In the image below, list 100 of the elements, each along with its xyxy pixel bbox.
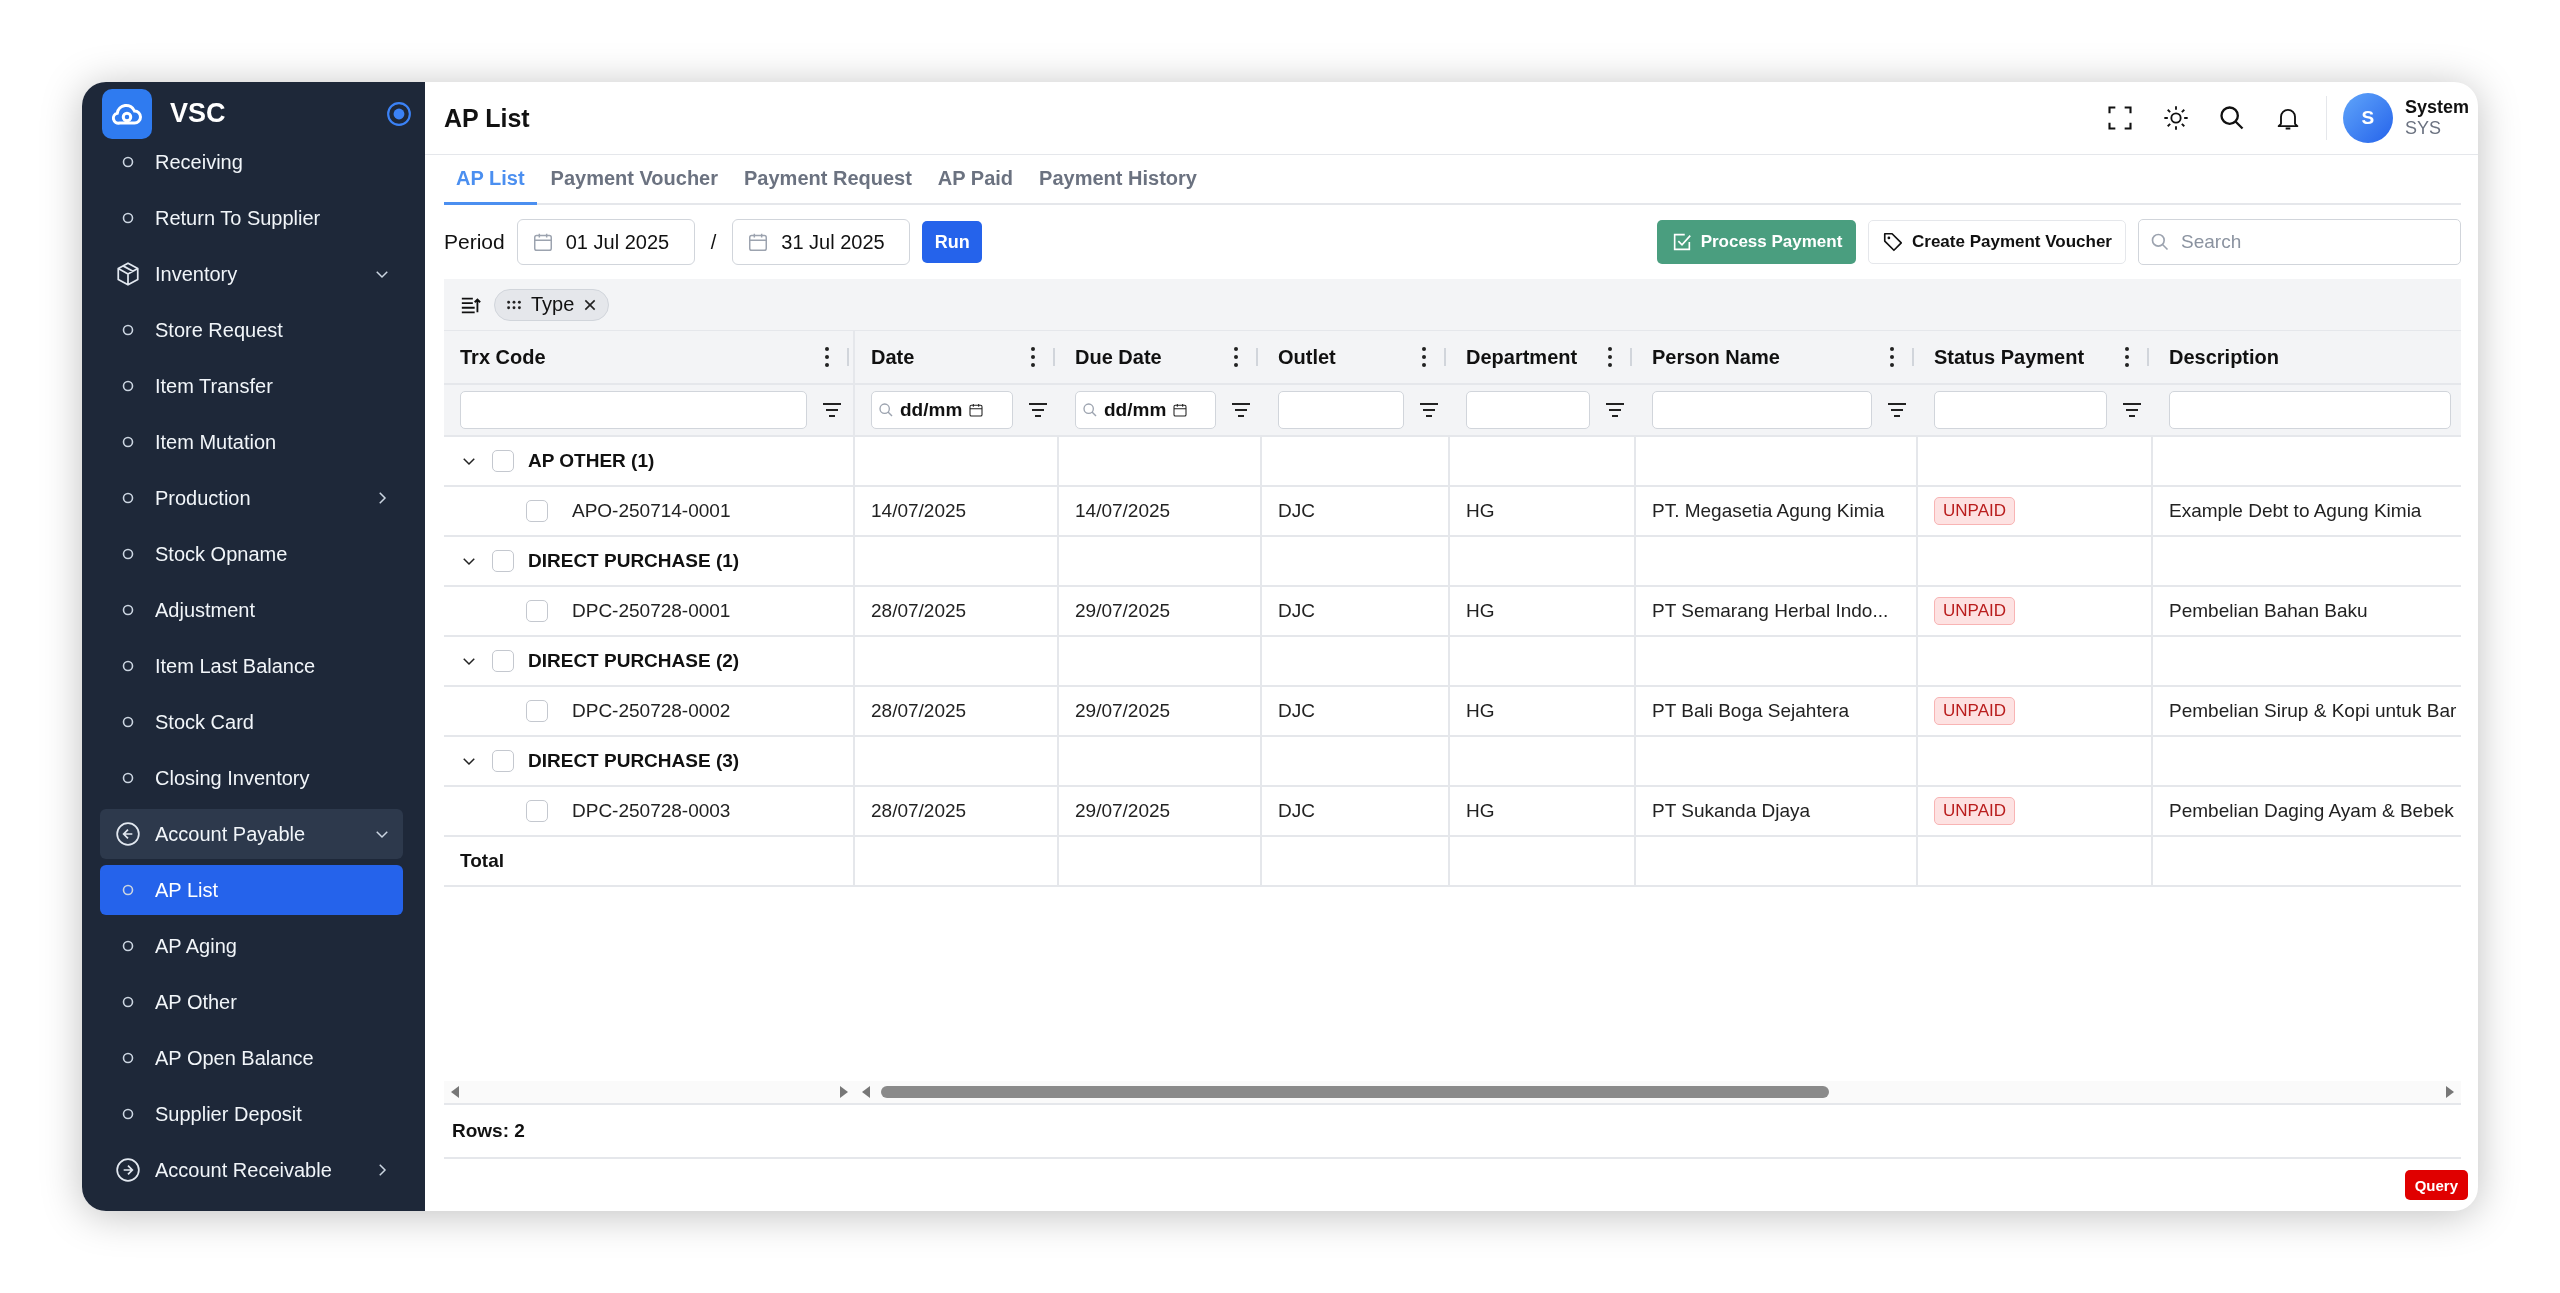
- search-icon: [2150, 232, 2170, 252]
- table-cell: DJC: [1278, 800, 1315, 822]
- column-header[interactable]: Trx Code: [460, 345, 546, 369]
- filter-icon[interactable]: [1886, 400, 1908, 420]
- checkbox[interactable]: [492, 650, 514, 672]
- checkbox[interactable]: [526, 600, 548, 622]
- filter-icon[interactable]: [1027, 400, 1049, 420]
- sidebar-item[interactable]: Receiving: [100, 137, 403, 187]
- scroll-left-icon: [861, 1085, 871, 1099]
- sidebar-toggle-icon[interactable]: [386, 100, 412, 127]
- table-cell: 14/07/2025: [1075, 500, 1171, 522]
- scroll-left-icon: [450, 1085, 460, 1099]
- column-header[interactable]: Person Name: [1652, 345, 1780, 369]
- run-button[interactable]: Run: [922, 221, 983, 263]
- sidebar-item[interactable]: Closing Inventory: [100, 753, 403, 803]
- table-cell: HG: [1466, 600, 1495, 622]
- tab[interactable]: AP Paid: [925, 155, 1026, 205]
- column-header[interactable]: Department: [1466, 345, 1578, 369]
- column-header[interactable]: Due Date: [1075, 345, 1162, 369]
- calendar-icon: [1172, 402, 1189, 418]
- checkbox[interactable]: [526, 800, 548, 822]
- date-filter-field[interactable]: dd/mm: [1075, 391, 1216, 429]
- sidebar-item[interactable]: Stock Card: [100, 697, 403, 747]
- filter-field[interactable]: [2169, 391, 2451, 429]
- group-chip[interactable]: Type: [494, 288, 610, 321]
- sidebar-item[interactable]: Return To Supplier: [100, 193, 403, 243]
- total-label: Total: [460, 850, 504, 872]
- filter-icon[interactable]: [1418, 400, 1440, 420]
- filter-field[interactable]: [460, 391, 807, 429]
- column-header[interactable]: Description: [2169, 345, 2280, 369]
- sidebar-item[interactable]: Item Transfer: [100, 361, 403, 411]
- arrow-right-circle-icon: [114, 1157, 141, 1183]
- group-label: DIRECT PURCHASE (2): [528, 650, 740, 672]
- filter-icon[interactable]: [821, 400, 843, 420]
- scrollbar-thumb[interactable]: [881, 1086, 1829, 1098]
- sidebar-item[interactable]: AP Other: [100, 977, 403, 1027]
- search-icon: [1082, 402, 1098, 418]
- avatar: S: [2342, 93, 2393, 143]
- column-header[interactable]: Date: [871, 345, 915, 369]
- date-filter-field[interactable]: dd/mm: [871, 391, 1013, 429]
- date-placeholder: dd/mm: [1104, 399, 1167, 421]
- tab[interactable]: Payment Request: [732, 155, 924, 205]
- sidebar-item[interactable]: AP Aging: [100, 921, 403, 971]
- group-label: DIRECT PURCHASE (3): [528, 750, 740, 772]
- sidebar-item[interactable]: Stock Opname: [100, 529, 403, 579]
- bullet-icon: [121, 660, 134, 672]
- sidebar-item[interactable]: Supplier Deposit: [100, 1089, 403, 1139]
- status-badge: UNPAID: [1934, 697, 2015, 725]
- checkbox[interactable]: [492, 550, 514, 572]
- filter-icon[interactable]: [1230, 400, 1252, 420]
- column-header[interactable]: Outlet: [1278, 345, 1336, 369]
- more-options-icon[interactable]: [1420, 346, 1428, 368]
- table-cell: PT Semarang Herbal Indo...: [1652, 600, 1889, 622]
- sidebar-item[interactable]: Account Payable: [100, 809, 403, 859]
- more-options-icon[interactable]: [1606, 346, 1614, 368]
- filter-field[interactable]: [1278, 391, 1404, 429]
- more-options-icon[interactable]: [1029, 346, 1037, 368]
- table-cell: Example Debt to Agung Kimia: [2169, 500, 2422, 522]
- checkbox[interactable]: [492, 450, 514, 472]
- checkbox[interactable]: [526, 700, 548, 722]
- checkbox[interactable]: [526, 500, 548, 522]
- sidebar-item[interactable]: Adjustment: [100, 585, 403, 635]
- bullet-icon: [121, 716, 134, 728]
- tab[interactable]: Payment History: [1027, 155, 1209, 205]
- bullet-icon: [121, 324, 134, 336]
- filter-field[interactable]: [1934, 391, 2107, 429]
- filter-field[interactable]: [1466, 391, 1590, 429]
- sidebar-item[interactable]: Account Receivable: [100, 1145, 403, 1195]
- sidebar-item[interactable]: Item Last Balance: [100, 641, 403, 691]
- table-cell: 14/07/2025: [871, 500, 967, 522]
- column-header[interactable]: Status Payment: [1934, 345, 2085, 369]
- sidebar-item[interactable]: Store Request: [100, 305, 403, 355]
- status-badge: UNPAID: [1934, 497, 2015, 525]
- filter-field[interactable]: [1652, 391, 1872, 429]
- table-cell: Pembelian Sirup & Kopi untuk Bar: [2169, 700, 2457, 722]
- query-button[interactable]: Query: [2404, 1170, 2468, 1200]
- table-cell: DJC: [1278, 600, 1315, 622]
- table-cell: PT Sukanda Djaya: [1652, 800, 1811, 822]
- tab[interactable]: Payment Voucher: [538, 155, 730, 205]
- date-separator: /: [709, 230, 718, 254]
- more-options-icon[interactable]: [1232, 346, 1240, 368]
- fullscreen-icon: [2105, 104, 2134, 132]
- more-options-icon[interactable]: [823, 346, 831, 368]
- search-field[interactable]: Search: [2138, 219, 2461, 265]
- checkbox[interactable]: [492, 750, 514, 772]
- sidebar-item[interactable]: AP List: [100, 865, 403, 915]
- table-cell: Pembelian Bahan Baku: [2169, 600, 2368, 622]
- more-options-icon[interactable]: [2123, 346, 2131, 368]
- sidebar-item[interactable]: Item Mutation: [100, 417, 403, 467]
- create-voucher-button[interactable]: Create Payment Voucher: [1868, 220, 2126, 264]
- date-field[interactable]: 31 Jul 2025: [732, 219, 911, 265]
- sidebar-item[interactable]: AP Open Balance: [100, 1033, 403, 1083]
- more-options-icon[interactable]: [1888, 346, 1896, 368]
- bullet-icon: [121, 156, 134, 168]
- sidebar-item[interactable]: Inventory: [100, 249, 403, 299]
- filter-icon[interactable]: [1604, 400, 1626, 420]
- table-cell: DJC: [1278, 700, 1315, 722]
- filter-icon[interactable]: [2121, 400, 2143, 420]
- sidebar-item[interactable]: Production: [100, 473, 403, 523]
- date-field[interactable]: 01 Jul 2025: [516, 219, 695, 265]
